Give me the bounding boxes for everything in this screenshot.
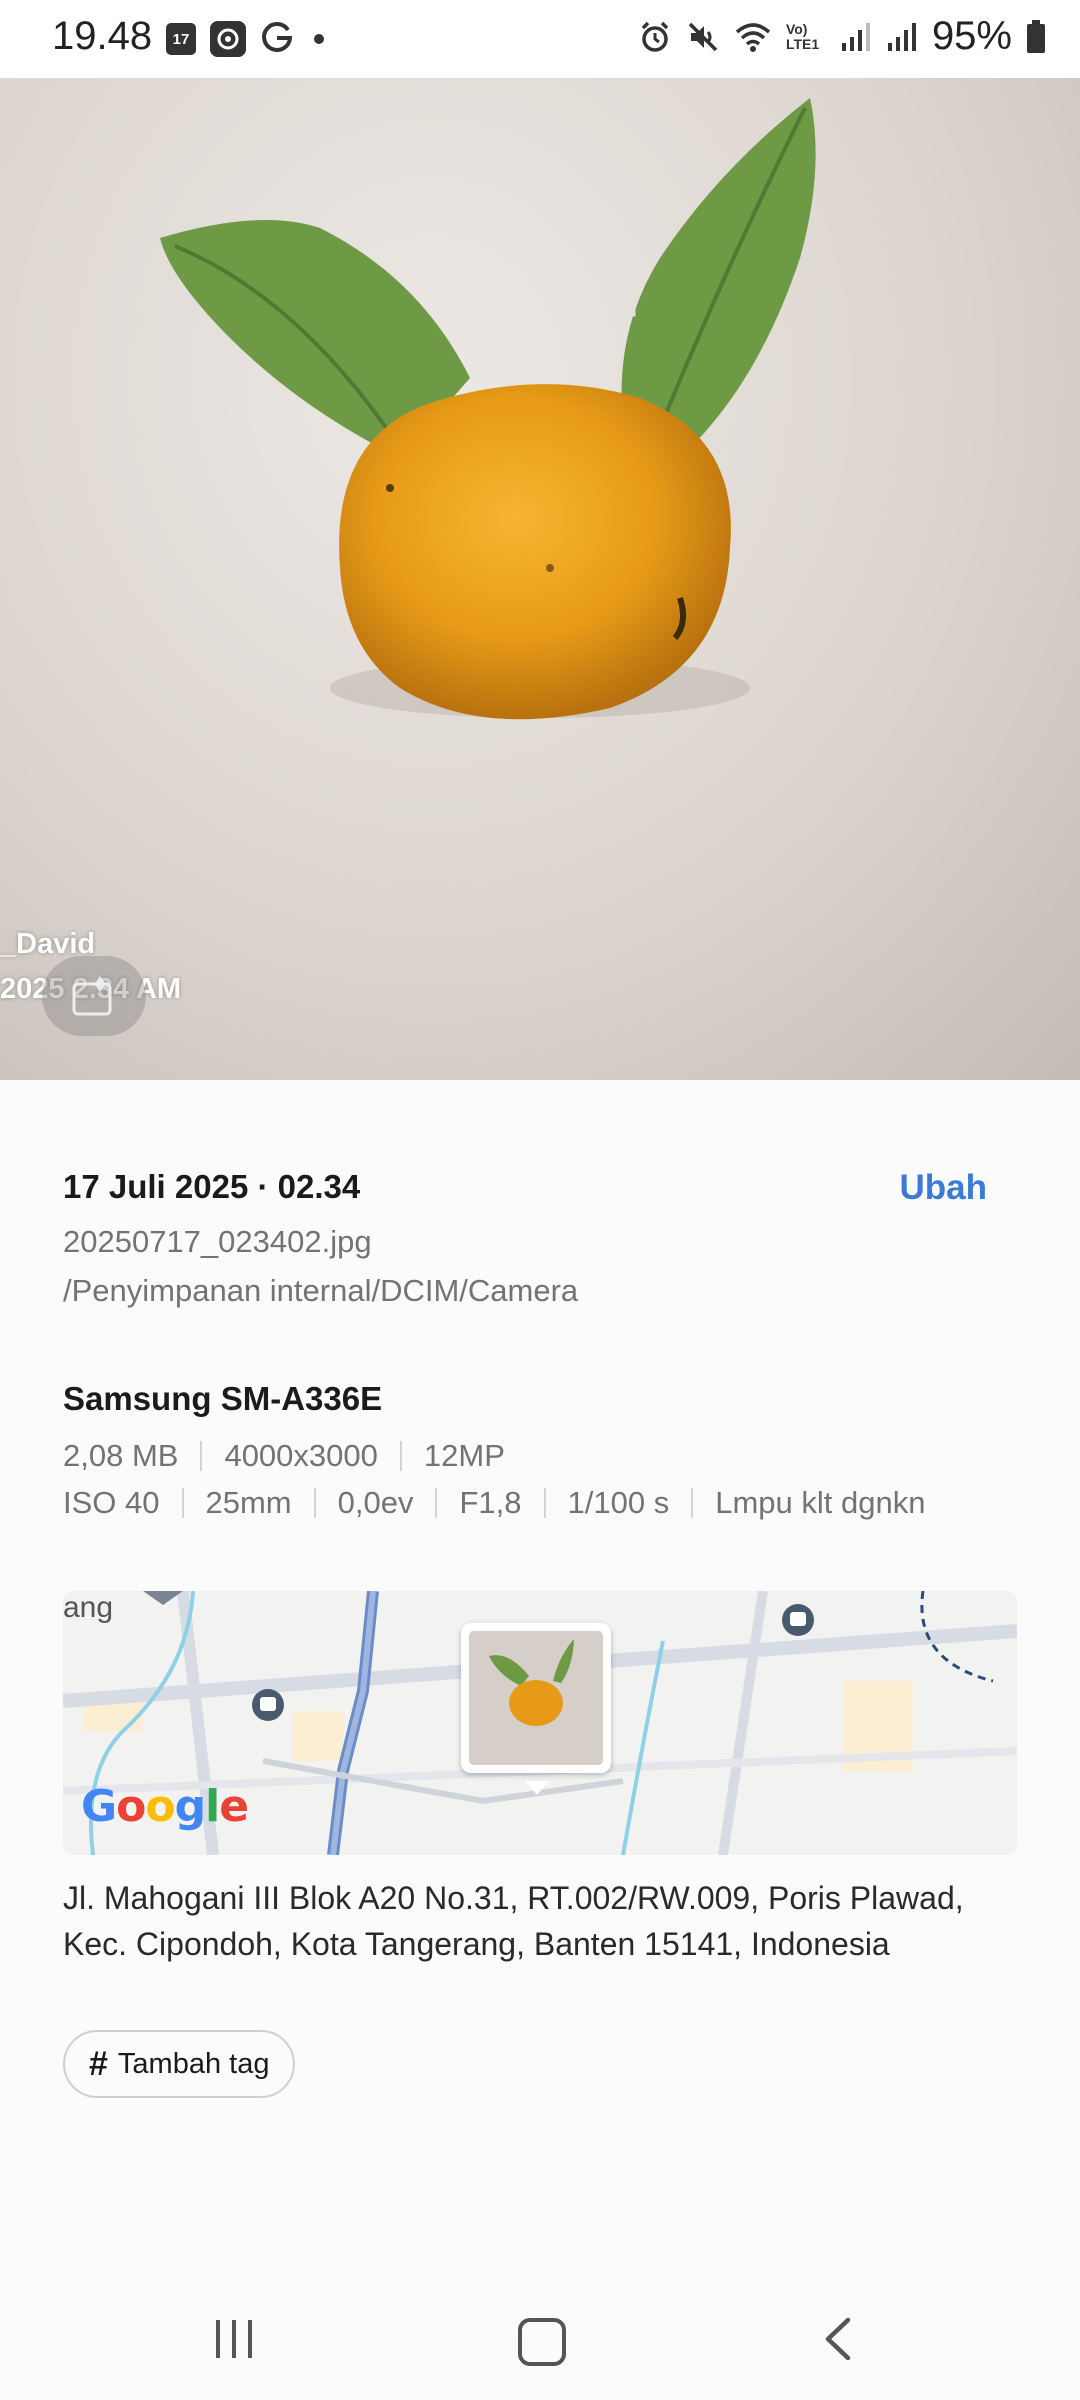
divider [543,1488,546,1518]
megapixels: 12MP [423,1438,505,1473]
back-icon[interactable] [820,2316,856,2367]
divider [399,1441,402,1471]
device-name: Samsung SM-A336E [63,1380,383,1417]
recent-apps-icon[interactable] [216,2320,252,2358]
iso-value: ISO 40 [63,1485,160,1520]
alarm-icon [641,21,669,52]
status-time: 19.48 [52,14,153,58]
notification-dot-icon [314,34,324,44]
status-left-icons: 17 [166,18,324,60]
home-icon[interactable] [518,2318,566,2366]
google-icon [260,18,294,60]
camera-specs-row: ISO 40 25mm 0,0ev F1,8 1/100 s Lmpu klt … [63,1485,925,1521]
map-brand-logo: Google [81,1781,249,1832]
file-specs-row: 2,08 MB 4000x3000 12MP [63,1438,505,1474]
photo-datetime: 17 Juli 2025 · 02.34 [63,1168,361,1205]
file-path: /Penyimpanan internal/DCIM/Camera [63,1273,579,1308]
mute-icon [688,22,718,51]
network-label: Vo) LTE1 [785,20,820,52]
divider [313,1488,316,1518]
resolution: 4000x3000 [224,1438,378,1473]
navigation-bar [0,2280,1080,2400]
photo-preview[interactable]: _David 2025 2.34 AM [0,78,1080,1080]
divider [200,1441,203,1471]
hash-icon: # [89,2044,108,2083]
wifi-icon [735,22,771,52]
status-bar: 19.48 17 Vo) LTE1 95% [0,0,1080,78]
file-size: 2,08 MB [63,1438,179,1473]
divider [691,1488,694,1518]
divider [181,1488,184,1518]
image-enhance-icon [72,976,112,1016]
shutter-speed: 1/100 s [567,1485,670,1520]
map-photo-thumbnail[interactable] [461,1623,611,1773]
signal-icon [887,22,916,51]
edit-button[interactable]: Ubah [900,1168,988,1208]
status-right-icons: Vo) LTE1 95% [638,14,1046,59]
flash-info: Lmpu klt dgnkn [715,1485,926,1520]
remaster-button[interactable] [42,956,146,1036]
focal-length: 25mm [205,1485,292,1520]
add-tag-button[interactable]: # Tambah tag [63,2030,296,2098]
battery-icon [1027,19,1045,53]
divider [435,1488,438,1518]
location-address: Jl. Mahogani III Blok A20 No.31, RT.002/… [63,1880,964,1962]
add-tag-label: Tambah tag [117,2047,270,2080]
location-map[interactable]: ang Google [63,1591,1017,1855]
battery-percent: 95% [931,14,1012,58]
thumbnail-image [469,1631,603,1765]
app-icon [210,21,246,57]
exposure-value: 0,0ev [337,1485,414,1520]
map-place-label: ang [63,1591,114,1624]
calendar-icon: 17 [166,23,196,55]
aperture: F1,8 [459,1485,522,1520]
photo-image [160,98,816,720]
signal-icon [841,22,870,51]
file-name: 20250717_023402.jpg [63,1224,372,1259]
